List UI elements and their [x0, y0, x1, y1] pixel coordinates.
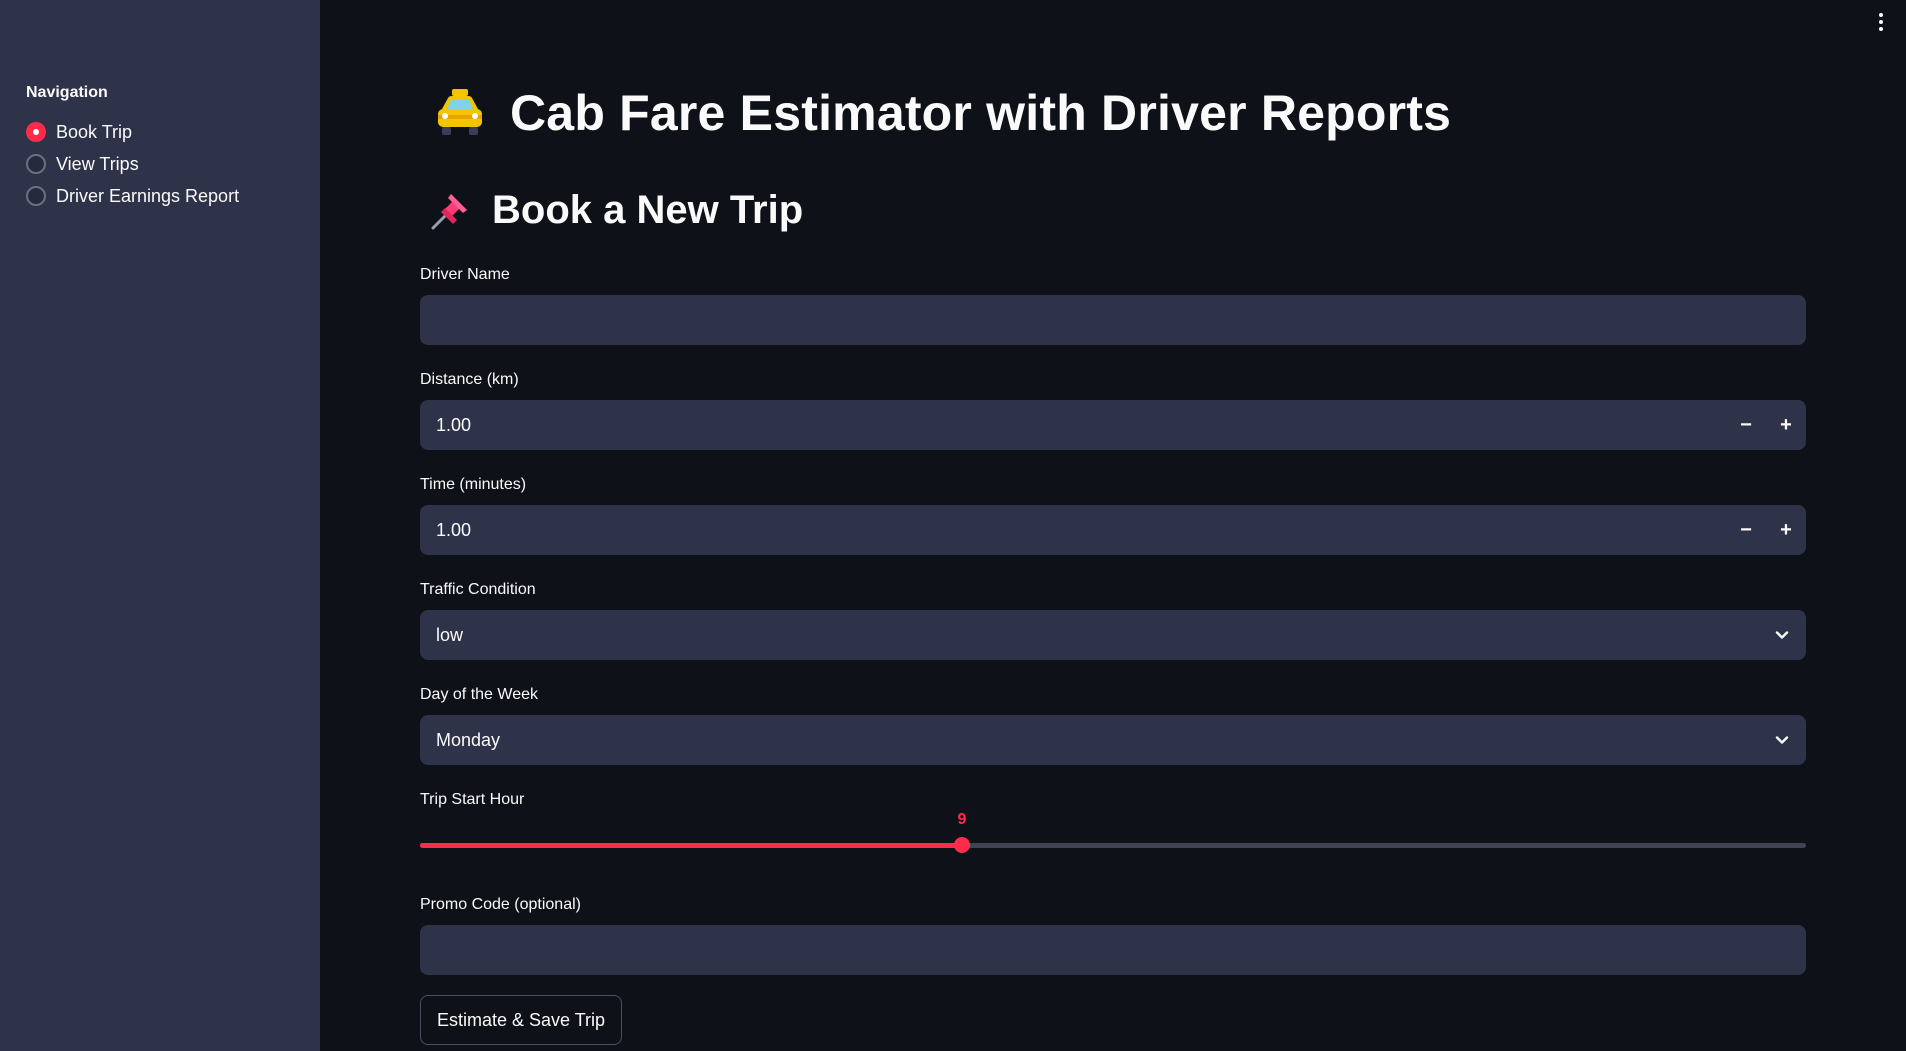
taxi-icon — [438, 89, 482, 135]
sidebar: Navigation Book Trip View Trips Driver E… — [0, 0, 320, 1051]
driver-name-input[interactable] — [420, 295, 1806, 345]
slider-fill — [420, 843, 962, 848]
nav-item-label: View Trips — [56, 153, 139, 174]
slider-thumb[interactable] — [953, 837, 970, 853]
distance-value: 1.00 — [436, 414, 472, 435]
time-value: 1.00 — [436, 519, 472, 540]
section-header: Book a New Trip — [427, 186, 803, 234]
minus-icon: − — [1740, 413, 1752, 436]
nav-item-label: Book Trip — [56, 121, 133, 142]
distance-decrement-button[interactable]: − — [1726, 400, 1766, 450]
more-vertical-icon — [1879, 13, 1883, 17]
traffic-label: Traffic Condition — [420, 581, 536, 598]
day-label: Day of the Week — [420, 686, 538, 703]
section-title: Book a New Trip — [492, 187, 804, 232]
promo-label: Promo Code (optional) — [420, 896, 581, 913]
traffic-selected-value: low — [436, 624, 464, 645]
radio-icon[interactable] — [26, 186, 46, 206]
traffic-select[interactable]: low — [420, 610, 1806, 660]
slider-value: 9 — [957, 811, 967, 828]
distance-label: Distance (km) — [420, 371, 519, 388]
nav-item-label: Driver Earnings Report — [56, 185, 240, 206]
nav-title: Navigation — [26, 84, 108, 101]
minus-icon: − — [1740, 518, 1752, 541]
more-vertical-icon-dot — [1879, 27, 1883, 31]
chevron-down-icon — [1775, 736, 1789, 744]
pushpin-icon — [431, 194, 467, 230]
promo-code-input[interactable] — [420, 925, 1806, 975]
chevron-down-icon — [1775, 631, 1789, 639]
time-increment-button[interactable]: + — [1766, 505, 1806, 555]
time-input[interactable]: 1.00 − + — [420, 505, 1806, 555]
main-menu-button[interactable] — [1870, 8, 1892, 36]
nav-item-book-trip[interactable]: Book Trip — [26, 116, 239, 148]
estimate-save-trip-button[interactable]: Estimate & Save Trip — [420, 995, 623, 1045]
page-header: Cab Fare Estimator with Driver Reports — [432, 84, 1451, 142]
app: Navigation Book Trip View Trips Driver E… — [0, 0, 1906, 1051]
nav-item-view-trips[interactable]: View Trips — [26, 148, 239, 180]
driver-name-label: Driver Name — [420, 266, 510, 283]
time-label: Time (minutes) — [420, 476, 527, 493]
distance-input[interactable]: 1.00 − + — [420, 400, 1806, 450]
time-decrement-button[interactable]: − — [1726, 505, 1766, 555]
start-hour-label: Trip Start Hour — [420, 791, 525, 808]
day-select[interactable]: Monday — [420, 715, 1806, 765]
more-vertical-icon-dot — [1879, 20, 1883, 24]
start-hour-slider[interactable]: 9 — [420, 811, 1806, 853]
day-selected-value: Monday — [436, 729, 501, 750]
plus-icon: + — [1780, 413, 1792, 436]
nav-item-driver-earnings-report[interactable]: Driver Earnings Report — [26, 180, 239, 212]
distance-increment-button[interactable]: + — [1766, 400, 1806, 450]
radio-selected-icon[interactable] — [26, 122, 46, 142]
nav-radio-group: Book Trip View Trips Driver Earnings Rep… — [26, 116, 239, 212]
plus-icon: + — [1780, 518, 1792, 541]
radio-icon[interactable] — [26, 154, 46, 174]
page-title: Cab Fare Estimator with Driver Reports — [510, 85, 1452, 141]
